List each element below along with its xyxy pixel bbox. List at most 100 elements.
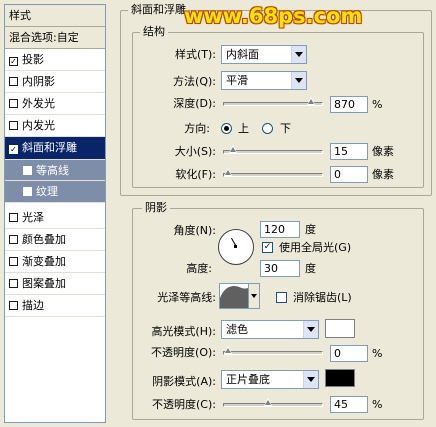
soften-unit: 像素 [372,168,394,181]
color-overlay-checkbox[interactable] [9,235,18,244]
chevron-down-icon[interactable] [303,321,318,338]
size-unit: 像素 [372,145,394,158]
highlight-opacity-slider[interactable] [223,346,323,355]
style-value: 内斜面 [226,48,259,61]
angle-dial[interactable] [218,229,254,265]
gloss-contour-picker[interactable] [219,283,249,309]
soften-slider-thumb[interactable] [224,168,233,176]
gloss-contour-label: 光泽等高线: [157,291,216,304]
bevel-emboss-title: 斜面和浮雕 [128,3,189,17]
style-item-stroke[interactable]: 描边 [5,295,105,317]
shadow-opacity-slider[interactable] [223,398,323,407]
shadow-mode-label: 阴影模式(A): [152,375,216,388]
technique-value: 平滑 [226,74,248,87]
anti-alias-checkbox[interactable] [276,292,287,303]
style-item-inner-shadow[interactable]: 内阴影 [5,71,105,93]
style-item-drop-shadow[interactable]: ✓ 投影 [5,49,105,71]
stroke-checkbox[interactable] [9,301,18,310]
style-item-inner-glow[interactable]: 内发光 [5,115,105,137]
technique-select[interactable]: 平滑 [221,71,307,90]
size-input[interactable]: 15 [330,143,368,160]
highlight-opacity-unit: % [372,347,383,360]
direction-down-radio[interactable] [262,123,273,134]
direction-up-radio[interactable] [221,123,232,134]
pattern-overlay-label: 图案叠加 [22,277,66,290]
contour-label: 等高线 [36,164,69,177]
inner-shadow-label: 内阴影 [22,75,55,88]
styles-list: 样式 混合选项:自定 ✓ 投影 内阴影 外发光 内发光 ✓ 斜面和浮雕 等高线 纹理… [4,4,106,423]
style-item-texture[interactable]: 纹理 [5,181,105,203]
depth-slider[interactable] [223,97,323,106]
structure-title: 结构 [140,25,168,39]
global-light-checkbox[interactable]: ✓ [262,242,273,253]
style-item-outer-glow[interactable]: 外发光 [5,93,105,115]
style-item-satin[interactable]: 光泽 [5,207,105,229]
gradient-overlay-checkbox[interactable] [9,257,18,266]
chevron-down-icon[interactable] [249,283,260,309]
anti-alias-label: 消除锯齿(L) [293,291,352,304]
angle-center [234,245,237,248]
highlight-color-swatch[interactable] [325,319,355,338]
satin-checkbox[interactable] [9,213,18,222]
angle-input[interactable]: 120 [260,221,300,238]
shadow-mode-value: 正片叠底 [226,373,270,386]
highlight-mode-select[interactable]: 滤色 [221,320,319,339]
watermark-logo: www.68ps.com [184,4,363,28]
chevron-down-icon[interactable] [291,46,306,63]
direction-label: 方向: [184,122,210,135]
highlight-opacity-label: 不透明度(O): [151,346,216,359]
style-item-pattern-overlay[interactable]: 图案叠加 [5,273,105,295]
global-light-label: 使用全局光(G) [279,241,352,254]
pattern-overlay-checkbox[interactable] [9,279,18,288]
depth-input[interactable]: 870 [330,96,368,113]
soften-label: 软化(F): [175,168,216,181]
inner-shadow-checkbox[interactable] [9,77,18,86]
gradient-overlay-label: 渐变叠加 [22,255,66,268]
altitude-unit: 度 [305,262,316,275]
highlight-mode-label: 高光模式(H): [151,325,216,338]
angle-unit: 度 [305,223,316,236]
style-item-contour[interactable]: 等高线 [5,160,105,181]
outer-glow-checkbox[interactable] [9,99,18,108]
satin-label: 光泽 [22,211,44,224]
style-label: 样式(T): [174,48,216,61]
highlight-opacity-thumb[interactable] [224,346,233,354]
texture-checkbox[interactable] [23,187,32,196]
blending-options-item[interactable]: 混合选项:自定 [5,27,105,49]
size-slider-thumb[interactable] [229,145,238,153]
style-item-color-overlay[interactable]: 颜色叠加 [5,229,105,251]
styles-header[interactable]: 样式 [5,5,105,27]
style-item-bevel-emboss[interactable]: ✓ 斜面和浮雕 [5,137,105,160]
bevel-emboss-label: 斜面和浮雕 [22,141,77,154]
contour-curve-icon [220,286,248,308]
contour-checkbox[interactable] [23,166,32,175]
drop-shadow-label: 投影 [22,53,44,66]
highlight-opacity-input[interactable]: 0 [330,345,368,362]
angle-label: 角度(N): [173,224,216,237]
depth-unit: % [372,98,383,111]
chevron-down-icon[interactable] [291,72,306,89]
style-item-gradient-overlay[interactable]: 渐变叠加 [5,251,105,273]
inner-glow-label: 内发光 [22,119,55,132]
size-slider[interactable] [223,145,323,154]
direction-up-label: 上 [238,122,249,135]
styles-header-label: 样式 [9,9,31,22]
shadow-opacity-thumb[interactable] [264,398,273,406]
altitude-input[interactable]: 30 [260,260,300,277]
shadow-opacity-unit: % [372,398,383,411]
depth-slider-thumb[interactable] [306,97,316,105]
style-select[interactable]: 内斜面 [221,45,307,64]
shadow-opacity-input[interactable]: 45 [330,396,368,413]
stroke-label: 描边 [22,299,44,312]
highlight-mode-value: 滤色 [226,323,248,336]
soften-slider[interactable] [223,168,323,177]
shadow-mode-select[interactable]: 正片叠底 [221,370,319,389]
bevel-emboss-checkbox[interactable]: ✓ [9,145,18,154]
texture-label: 纹理 [36,185,58,198]
drop-shadow-checkbox[interactable]: ✓ [9,57,18,66]
chevron-down-icon[interactable] [303,371,318,388]
shading-title: 阴影 [142,201,170,215]
inner-glow-checkbox[interactable] [9,121,18,130]
soften-input[interactable]: 0 [330,166,368,183]
shadow-color-swatch[interactable] [325,369,355,387]
